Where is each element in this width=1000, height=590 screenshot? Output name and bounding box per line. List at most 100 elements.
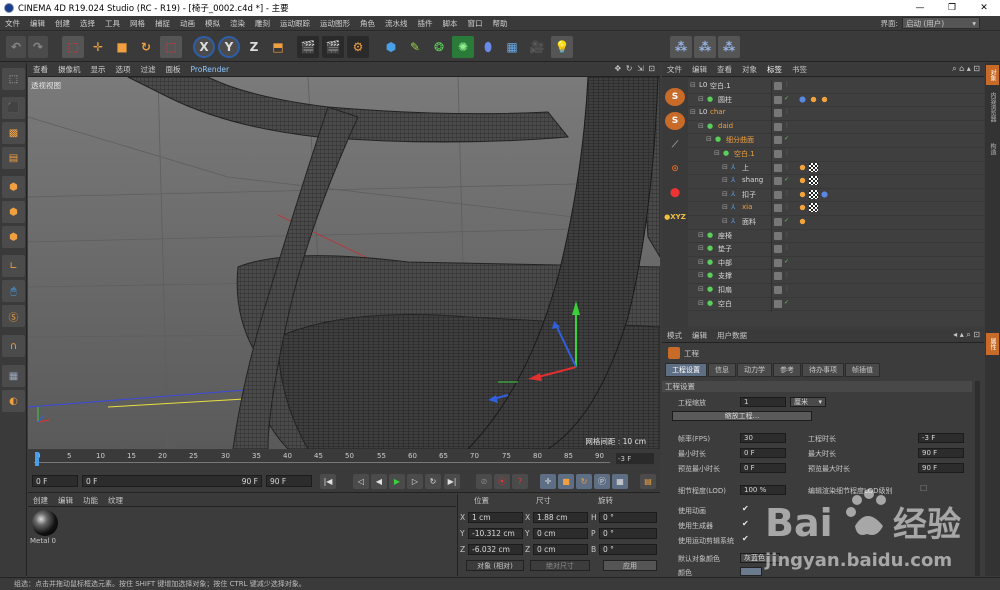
menu-mesh[interactable]: 网格	[125, 18, 150, 29]
attribute-nav-icons[interactable]: ◂ ▴ ⌕ ⊡	[953, 330, 980, 340]
viewport-menu-view[interactable]: 查看	[28, 64, 53, 75]
object-row[interactable]: ⊟ ⅄ 面料 ✓	[688, 216, 984, 230]
enable-toggle-icon[interactable]: ✓	[784, 135, 789, 142]
perspective-viewport[interactable]: 透视视图 网格间距 : 10 cm	[28, 77, 660, 449]
object-name[interactable]: 中部	[718, 258, 732, 268]
material-tag-icon[interactable]	[809, 189, 818, 199]
object-manager-nav-icons[interactable]: ⌕ ⌂ ▴ ⊡	[952, 64, 980, 74]
tab-key-interpolation[interactable]: 帧插值	[845, 363, 880, 377]
tab-todo[interactable]: 待办事项	[802, 363, 844, 377]
pos-y-field[interactable]: -10.312 cm	[468, 528, 523, 539]
rot-b-field[interactable]: 0 °	[599, 544, 657, 555]
object-name[interactable]: 空白.1	[710, 81, 731, 91]
object-name[interactable]: daid	[718, 122, 733, 130]
enable-toggle-icon[interactable]: ⋮	[784, 244, 790, 251]
next-frame-icon[interactable]: ▷	[407, 474, 423, 489]
subdivision-surface-icon[interactable]: ❂	[428, 36, 450, 58]
expand-toggle-icon[interactable]: ⊟	[698, 258, 704, 266]
phong-tag-icon[interactable]	[798, 189, 807, 199]
key-scale-icon[interactable]: ■	[558, 474, 574, 489]
material-tag-icon[interactable]	[809, 203, 818, 213]
go-to-end-icon[interactable]: ▶|	[444, 474, 460, 489]
y-axis-lock-button[interactable]: Y	[218, 36, 240, 58]
menu-render[interactable]: 渲染	[225, 18, 250, 29]
tab-attributes[interactable]: 属性	[986, 333, 999, 355]
material-swatch[interactable]: Metal 0	[30, 510, 60, 548]
project-scale-field[interactable]: 1	[740, 397, 786, 407]
phong-tag-icon[interactable]	[820, 94, 829, 104]
tab-project-settings[interactable]: 工程设置	[665, 363, 707, 377]
z-axis-lock-button[interactable]: Z	[243, 36, 265, 58]
magnet-icon[interactable]: ∩	[2, 335, 25, 357]
tab-dynamics[interactable]: 动力学	[737, 363, 772, 377]
visibility-toggle-icon[interactable]	[774, 190, 782, 199]
material-menu-create[interactable]: 创建	[28, 495, 53, 506]
key-rotation-icon[interactable]: ↻	[576, 474, 592, 489]
tweak-mode-icon[interactable]: 🖱	[2, 280, 25, 302]
rot-h-field[interactable]: 0 °	[599, 512, 657, 523]
locked-workplane-icon[interactable]: ▦	[2, 365, 25, 387]
enable-toggle-icon[interactable]: ✓	[784, 258, 789, 265]
expand-toggle-icon[interactable]: ⊟	[698, 95, 704, 103]
expand-toggle-icon[interactable]: ⊟	[722, 203, 728, 211]
polygons-mode-icon[interactable]: ⬢	[2, 226, 25, 248]
render-picture-viewer-icon[interactable]: 🎬	[322, 36, 344, 58]
move-icon[interactable]: ✛	[87, 36, 109, 58]
expand-toggle-icon[interactable]: ⊟	[698, 231, 704, 239]
enable-toggle-icon[interactable]: ⋮	[784, 122, 790, 129]
material-menu-function[interactable]: 功能	[78, 495, 103, 506]
display-tag-icon[interactable]	[798, 94, 807, 104]
tab-content-browser[interactable]: 内容浏览器	[986, 87, 999, 127]
size-z-field[interactable]: 0 cm	[533, 544, 588, 555]
solo-mode-icon[interactable]: ◐	[2, 390, 25, 412]
object-row[interactable]: ⊟ ⅄ shang ✓	[688, 175, 984, 190]
bevel-icon[interactable]: ⊙	[665, 160, 685, 178]
object-row[interactable]: ⊟ ● 圆柱 ✓	[688, 93, 984, 108]
object-row[interactable]: ⊟ ● 空白 ✓	[688, 297, 984, 312]
object-row[interactable]: ⊟ ⅄ 上 ⋮	[688, 161, 984, 176]
render-settings-icon[interactable]: ⚙	[347, 36, 369, 58]
menu-window[interactable]: 窗口	[463, 18, 488, 29]
object-name[interactable]: shang	[742, 176, 763, 184]
redo-icon[interactable]: ↷	[28, 36, 48, 58]
object-name[interactable]: 垫子	[718, 244, 732, 254]
object-name[interactable]: 圆柱	[718, 95, 732, 105]
max-time-field[interactable]: 90 F	[918, 448, 964, 458]
rot-p-field[interactable]: 0 °	[599, 528, 657, 539]
play-icon[interactable]: ▶	[389, 474, 405, 489]
texture-mode-icon[interactable]: ▩	[2, 122, 25, 144]
object-row[interactable]: ⊟ ● 支撑 ⋮	[688, 270, 984, 285]
start-frame-field[interactable]: 0 F	[32, 475, 78, 487]
visibility-toggle-icon[interactable]	[774, 272, 782, 281]
autokey-icon[interactable]: ⦿	[494, 474, 510, 489]
enable-toggle-icon[interactable]: ⋮	[784, 231, 790, 238]
menu-motion-tracking[interactable]: 运动跟踪	[275, 18, 315, 29]
menu-character[interactable]: 角色	[355, 18, 380, 29]
expand-toggle-icon[interactable]: ⊟	[690, 108, 696, 116]
visibility-toggle-icon[interactable]	[774, 245, 782, 254]
timeline-ruler[interactable]: 0 5 10 15 20 25 30 35 40 45 50 55 60 65 …	[28, 450, 660, 468]
end-frame-field[interactable]: 90 F	[266, 475, 312, 487]
apply-button[interactable]: 应用	[603, 560, 657, 571]
viewport-menu-panel[interactable]: 面板	[161, 64, 186, 75]
object-row[interactable]: ⊟ ⅄ xia ⋮	[688, 202, 984, 217]
x-axis-lock-button[interactable]: X	[193, 36, 215, 58]
floor-icon[interactable]: ▦	[501, 36, 523, 58]
coordinate-system-icon[interactable]: ⬒	[267, 36, 289, 58]
attributes-menu-user-data[interactable]: 用户数据	[712, 330, 752, 341]
project-scale-unit-select[interactable]: 厘米 ▾	[790, 397, 826, 407]
visibility-toggle-icon[interactable]	[774, 82, 782, 90]
tab-info[interactable]: 信息	[708, 363, 736, 377]
dynamics-icon[interactable]: ⬤	[665, 184, 685, 202]
visibility-toggle-icon[interactable]	[774, 204, 782, 213]
enable-toggle-icon[interactable]: ⋮	[784, 108, 790, 115]
close-button[interactable]: ✕	[968, 0, 1000, 16]
visibility-toggle-icon[interactable]	[774, 177, 782, 186]
menu-animate[interactable]: 动画	[175, 18, 200, 29]
timeline-playhead[interactable]	[35, 452, 39, 466]
project-time-field[interactable]: -3 F	[918, 433, 964, 443]
tab-reference[interactable]: 参考	[773, 363, 801, 377]
phong-tag-icon[interactable]	[798, 176, 807, 186]
enable-toggle-icon[interactable]: ✓	[784, 299, 789, 306]
expand-toggle-icon[interactable]: ⊟	[714, 149, 720, 157]
